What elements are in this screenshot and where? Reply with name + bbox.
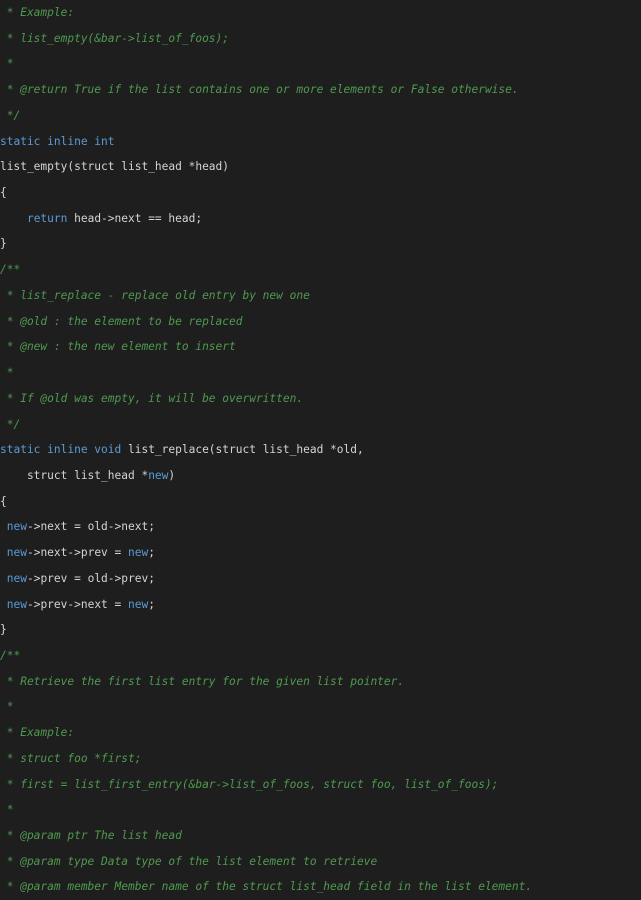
code-token-plain: ->next->prev = — [26, 546, 129, 560]
code-token-plain: ; — [148, 597, 155, 611]
code-editor-viewport[interactable]: * Example: * list_empty(&bar->list_of_fo… — [0, 0, 641, 893]
code-token-keyword: new — [6, 546, 27, 560]
code-line[interactable]: static inline void list_replace(struct l… — [0, 437, 641, 463]
code-line[interactable]: } — [0, 617, 641, 643]
code-token-keyword: static inline int — [0, 134, 115, 148]
code-token-comment: * — [0, 57, 14, 71]
code-line[interactable]: static inline int — [0, 129, 641, 155]
code-token-keyword: new — [128, 546, 149, 560]
code-line[interactable]: * @new : the new element to insert — [0, 334, 641, 360]
code-line[interactable]: /** — [0, 257, 641, 283]
code-line[interactable]: * struct foo *first; — [0, 746, 641, 772]
code-token-comment: * — [0, 700, 14, 714]
code-token-plain: list_empty(struct list_head *head) — [0, 160, 230, 174]
code-token-keyword: new — [6, 597, 27, 611]
code-token-plain: { — [0, 494, 7, 508]
code-token-comment: * If @old was empty, it will be overwrit… — [0, 391, 304, 405]
code-line[interactable]: } — [0, 231, 641, 257]
code-line[interactable]: * @param member Member name of the struc… — [0, 874, 641, 900]
code-token-comment: * — [0, 366, 14, 380]
code-line[interactable]: * first = list_first_entry(&bar->list_of… — [0, 772, 641, 798]
code-token-comment: */ — [0, 417, 21, 431]
code-token-plain: ->prev = old->prev; — [26, 571, 155, 585]
code-line[interactable]: * If @old was empty, it will be overwrit… — [0, 386, 641, 412]
code-token-comment: * @old : the element to be replaced — [0, 314, 243, 328]
code-token-comment: * list_empty(&bar->list_of_foos); — [0, 31, 230, 45]
code-token-plain: ->prev->next = — [26, 597, 129, 611]
code-content-area[interactable]: * Example: * list_empty(&bar->list_of_fo… — [0, 0, 641, 900]
code-line[interactable]: list_empty(struct list_head *head) — [0, 154, 641, 180]
code-line[interactable]: * list_replace - replace old entry by ne… — [0, 283, 641, 309]
code-token-comment: * Example: — [0, 726, 75, 740]
code-token-keyword: new — [6, 571, 27, 585]
code-line[interactable]: new->next->prev = new; — [0, 540, 641, 566]
code-line[interactable]: * — [0, 694, 641, 720]
code-line[interactable]: * Retrieve the first list entry for the … — [0, 669, 641, 695]
code-token-comment: * @param member Member name of the struc… — [0, 880, 533, 894]
code-token-comment: * @return True if the list contains one … — [0, 83, 519, 97]
code-token-keyword: return — [26, 211, 68, 225]
code-line[interactable]: { — [0, 180, 641, 206]
code-token-plain: ) — [168, 468, 176, 482]
code-token-keyword: new — [128, 597, 149, 611]
code-token-comment: /** — [0, 263, 21, 277]
code-token-comment: * @param ptr The list head — [0, 829, 182, 842]
code-line[interactable]: struct list_head *new) — [0, 463, 641, 489]
code-token-plain: } — [0, 237, 7, 251]
code-token-comment: * Example: — [0, 6, 75, 19]
code-line[interactable]: * — [0, 360, 641, 386]
code-token-plain: struct list_head * — [0, 468, 149, 482]
code-line[interactable]: * — [0, 51, 641, 77]
code-token-plain: { — [0, 186, 7, 200]
code-line[interactable]: new->prev = old->prev; — [0, 566, 641, 592]
code-line[interactable]: * @param ptr The list head — [0, 823, 641, 849]
code-line[interactable]: */ — [0, 103, 641, 129]
code-token-comment: * @new : the new element to insert — [0, 340, 236, 354]
code-token-plain: ; — [148, 546, 155, 560]
code-line[interactable]: * — [0, 797, 641, 823]
code-token-plain: list_replace(struct list_head *old, — [121, 443, 364, 457]
code-line[interactable]: * @param type Data type of the list elem… — [0, 849, 641, 875]
code-token-plain: head->next == head; — [67, 211, 203, 225]
code-token-comment: * — [0, 803, 14, 817]
code-token-plain: } — [0, 623, 7, 637]
code-token-keyword: new — [6, 520, 27, 534]
code-line[interactable]: * list_empty(&bar->list_of_foos); — [0, 26, 641, 52]
code-token-keyword: new — [148, 468, 169, 482]
code-line[interactable]: * @old : the element to be replaced — [0, 309, 641, 335]
code-token-comment: /** — [0, 648, 21, 662]
code-token-comment: * struct foo *first; — [0, 751, 142, 765]
code-line[interactable]: new->prev->next = new; — [0, 592, 641, 618]
code-line[interactable]: * Example: — [0, 720, 641, 746]
code-token-keyword: static inline void — [0, 443, 122, 457]
code-line[interactable]: */ — [0, 412, 641, 438]
code-token-plain: ->next = old->next; — [26, 520, 155, 534]
code-token-comment: */ — [0, 108, 21, 122]
code-line[interactable]: return head->next == head; — [0, 206, 641, 232]
code-line[interactable]: /** — [0, 643, 641, 669]
code-token-comment: * first = list_first_entry(&bar->list_of… — [0, 777, 499, 791]
code-line[interactable]: * Example: — [0, 0, 641, 26]
code-line[interactable]: { — [0, 489, 641, 515]
code-token-comment: * list_replace - replace old entry by ne… — [0, 288, 310, 302]
code-line[interactable]: new->next = old->next; — [0, 514, 641, 540]
code-token-comment: * @param type Data type of the list elem… — [0, 854, 378, 868]
code-line[interactable]: * @return True if the list contains one … — [0, 77, 641, 103]
code-token-comment: * Retrieve the first list entry for the … — [0, 674, 405, 688]
